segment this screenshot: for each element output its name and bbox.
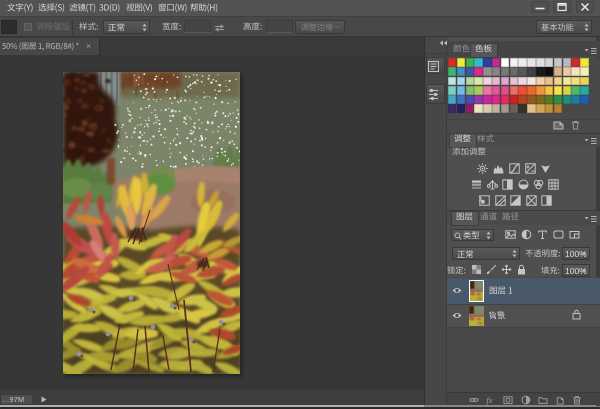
svg-text:fx: fx (486, 396, 492, 405)
